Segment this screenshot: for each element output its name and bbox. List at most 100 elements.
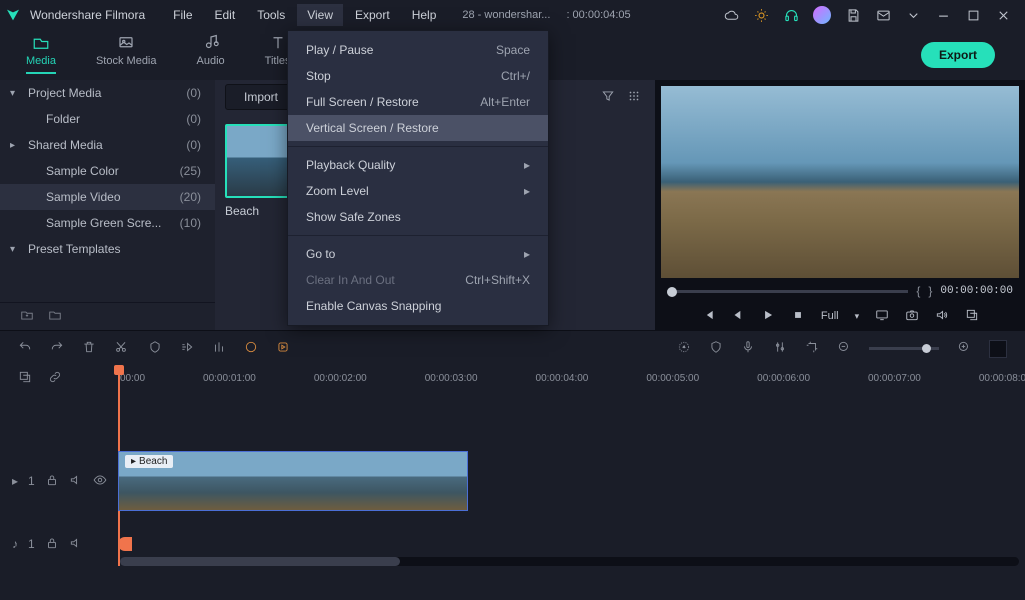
tab-label: Audio <box>197 55 225 67</box>
crop-icon[interactable] <box>805 340 819 357</box>
headphones-icon[interactable] <box>783 7 799 23</box>
new-folder-icon[interactable] <box>20 308 34 325</box>
audio-mix-icon[interactable] <box>212 340 226 357</box>
chevron-down-icon[interactable] <box>905 7 921 23</box>
menu-bar: File Edit Tools View Export Help <box>163 4 446 26</box>
undo-icon[interactable] <box>18 340 32 357</box>
sidebar-item[interactable]: ▸Shared Media(0) <box>0 132 215 158</box>
ruler-tick: 00:00:04:00 <box>536 373 589 384</box>
track-layers-icon[interactable] <box>18 370 32 387</box>
menu-option[interactable]: Vertical Screen / Restore <box>288 115 548 141</box>
media-sidebar: ▾Project Media(0)Folder(0)▸Shared Media(… <box>0 80 215 330</box>
stop-icon[interactable] <box>791 308 805 325</box>
ruler-tick: 00:00:03:00 <box>425 373 478 384</box>
timeline-clip[interactable]: ▸Beach <box>118 451 468 511</box>
menu-view[interactable]: View <box>297 4 343 26</box>
lock-icon[interactable] <box>45 536 59 553</box>
timeline-scrollbar[interactable] <box>120 557 1019 566</box>
cloud-icon[interactable] <box>723 7 739 23</box>
preview-scrubber[interactable] <box>667 290 908 293</box>
timeline-ruler[interactable]: 00:00 00:00:01:00 00:00:02:00 00:00:03:0… <box>0 366 1025 390</box>
ruler-tick: 00:00:07:00 <box>868 373 921 384</box>
menu-option[interactable]: Playback Quality▸ <box>288 152 548 178</box>
menu-option: Clear In And OutCtrl+Shift+X <box>288 267 548 293</box>
app-logo-icon <box>4 6 22 24</box>
voiceover-icon[interactable] <box>741 340 755 357</box>
menu-export[interactable]: Export <box>345 4 400 26</box>
mixer-icon[interactable] <box>773 340 787 357</box>
track-index: 1 <box>28 474 35 488</box>
cut-icon[interactable] <box>114 340 128 357</box>
sidebar-item[interactable]: Sample Color(25) <box>0 158 215 184</box>
zoom-slider[interactable] <box>869 347 939 350</box>
mute-icon[interactable] <box>69 473 83 490</box>
tab-media[interactable]: Media <box>14 30 68 80</box>
mail-icon[interactable] <box>875 7 891 23</box>
tab-audio[interactable]: Audio <box>185 30 237 80</box>
link-icon[interactable] <box>48 370 62 387</box>
track-video-icon: ▸ <box>12 474 18 488</box>
track-index: 1 <box>28 537 35 551</box>
fit-label[interactable]: Full <box>821 310 839 322</box>
preview-panel: { } 00:00:00:00 Full ▾ <box>655 80 1025 330</box>
snapshot-icon[interactable] <box>905 308 919 325</box>
folder-icon[interactable] <box>48 308 62 325</box>
maximize-icon[interactable] <box>965 7 981 23</box>
mute-icon[interactable] <box>69 536 83 553</box>
menu-option[interactable]: Go to▸ <box>288 241 548 267</box>
app-name: Wondershare Filmora <box>30 8 145 22</box>
menu-option[interactable]: Show Safe Zones <box>288 204 548 230</box>
audio-clip-edge[interactable] <box>118 537 132 551</box>
mark-out-icon[interactable]: } <box>928 284 932 298</box>
tab-stock-media[interactable]: Stock Media <box>84 30 169 80</box>
marker-icon[interactable] <box>148 340 162 357</box>
menu-option[interactable]: Enable Canvas Snapping <box>288 293 548 319</box>
save-icon[interactable] <box>845 7 861 23</box>
redo-icon[interactable] <box>50 340 64 357</box>
preview-canvas[interactable] <box>661 86 1019 278</box>
shield-icon[interactable] <box>709 340 723 357</box>
prev-frame-icon[interactable] <box>731 308 745 325</box>
sidebar-item[interactable]: Sample Green Scre...(10) <box>0 210 215 236</box>
filter-icon[interactable] <box>601 89 615 106</box>
detach-icon[interactable] <box>965 308 979 325</box>
sidebar-item[interactable]: Sample Video(20) <box>0 184 215 210</box>
tab-label: Stock Media <box>96 55 157 67</box>
audio-track: ♪ 1 <box>0 531 1025 557</box>
zoom-in-icon[interactable] <box>957 340 971 357</box>
lock-icon[interactable] <box>45 473 59 490</box>
tips-icon[interactable] <box>753 7 769 23</box>
ruler-tick: 00:00:05:00 <box>646 373 699 384</box>
minimize-icon[interactable] <box>935 7 951 23</box>
step-back-icon[interactable] <box>701 308 715 325</box>
menu-file[interactable]: File <box>163 4 202 26</box>
ruler-tick: 00:00:06:00 <box>757 373 810 384</box>
timeline: 00:00 00:00:01:00 00:00:02:00 00:00:03:0… <box>0 366 1025 570</box>
close-icon[interactable] <box>995 7 1011 23</box>
auto-fit-icon[interactable] <box>989 340 1007 358</box>
sidebar-item[interactable]: ▾Project Media(0) <box>0 80 215 106</box>
avatar[interactable] <box>813 6 831 24</box>
menu-option[interactable]: StopCtrl+/ <box>288 63 548 89</box>
volume-icon[interactable] <box>935 308 949 325</box>
menu-edit[interactable]: Edit <box>205 4 246 26</box>
menu-option[interactable]: Play / PauseSpace <box>288 37 548 63</box>
menu-option[interactable]: Full Screen / RestoreAlt+Enter <box>288 89 548 115</box>
zoom-out-icon[interactable] <box>837 340 851 357</box>
play-icon[interactable] <box>761 308 775 325</box>
render-icon[interactable] <box>276 340 290 357</box>
delete-icon[interactable] <box>82 340 96 357</box>
color-icon[interactable] <box>244 340 258 357</box>
menu-option[interactable]: Zoom Level▸ <box>288 178 548 204</box>
display-icon[interactable] <box>875 308 889 325</box>
mark-in-icon[interactable]: { <box>916 284 920 298</box>
visibility-icon[interactable] <box>93 473 107 490</box>
export-button[interactable]: Export <box>921 42 995 68</box>
menu-help[interactable]: Help <box>402 4 447 26</box>
sidebar-item[interactable]: Folder(0) <box>0 106 215 132</box>
grid-icon[interactable] <box>627 89 641 106</box>
menu-tools[interactable]: Tools <box>247 4 295 26</box>
speed-icon[interactable] <box>180 340 194 357</box>
sidebar-item[interactable]: ▾Preset Templates <box>0 236 215 262</box>
record-icon[interactable] <box>677 340 691 357</box>
